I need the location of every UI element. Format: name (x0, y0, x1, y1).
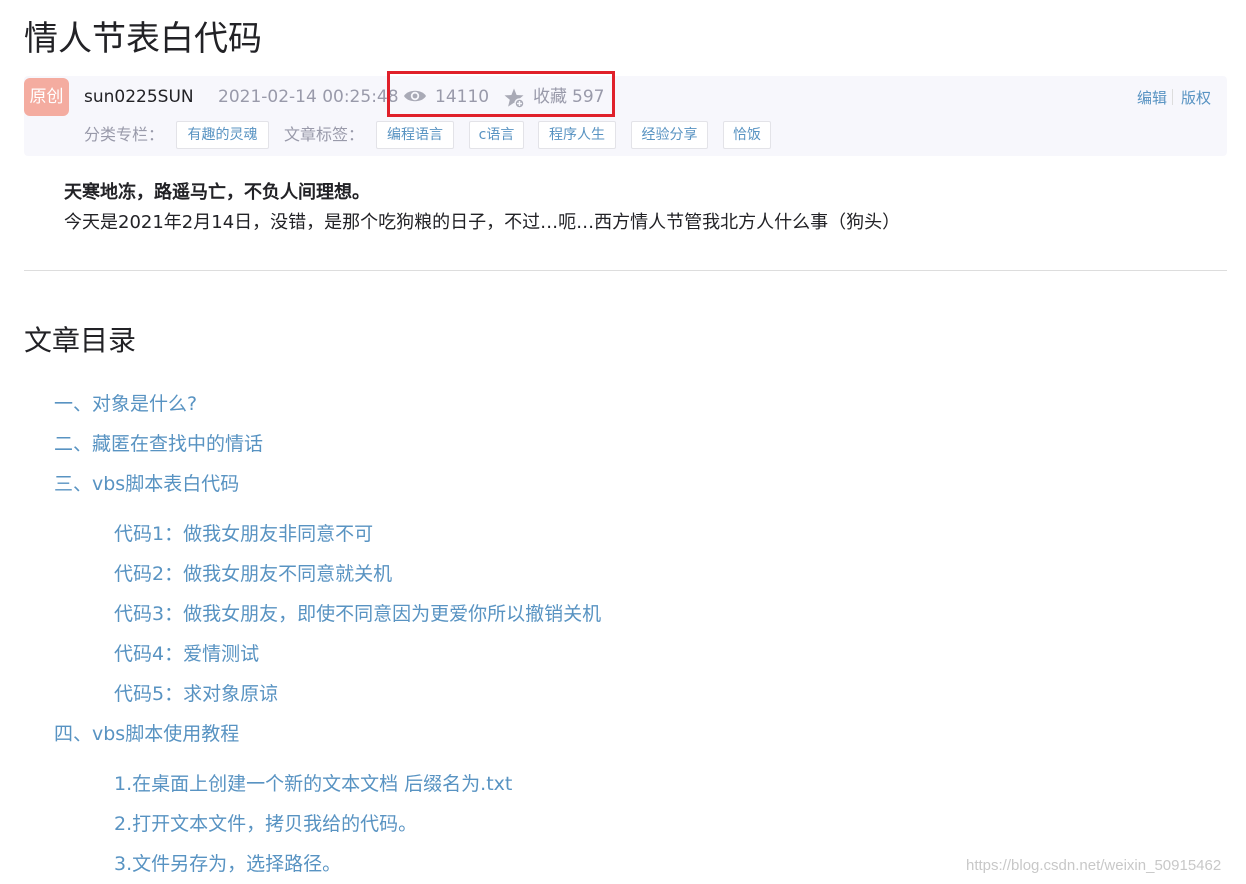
toc-subitem[interactable]: 代码1：做我女朋友非同意不可 (114, 521, 373, 547)
tag-item[interactable]: c语言 (469, 121, 524, 149)
category-label: 分类专栏： (84, 125, 165, 144)
article-title: 情人节表白代码 (24, 19, 262, 59)
toc-subitem[interactable]: 代码2：做我女朋友不同意就关机 (114, 561, 392, 587)
lead-text: 今天是2021年2月14日，没错，是那个吃狗粮的日子，不过…呃…西方情人节管我北… (64, 212, 901, 233)
tags-label: 文章标签： (284, 125, 365, 144)
toc-subitem[interactable]: 1.在桌面上创建一个新的文本文档 后缀名为.txt (114, 771, 512, 797)
collect-count: 597 (572, 87, 605, 107)
tag-item[interactable]: 程序人生 (538, 121, 616, 149)
view-count: 14110 (435, 87, 490, 107)
copyright-link[interactable]: 版权 (1181, 88, 1211, 108)
toc-subitem[interactable]: 代码3：做我女朋友，即使不同意因为更爱你所以撤销关机 (114, 601, 601, 627)
tag-item[interactable]: 经验分享 (631, 121, 708, 149)
star-icon[interactable] (503, 87, 525, 109)
toc-title: 文章目录 (24, 324, 137, 357)
toc-item[interactable]: 一、对象是什么? (54, 391, 197, 417)
toc-item[interactable]: 二、藏匿在查找中的情话 (54, 431, 263, 457)
toc-item[interactable]: 四、vbs脚本使用教程 (54, 721, 239, 747)
toc-subitem[interactable]: 代码5：求对象原谅 (114, 681, 278, 707)
edit-link[interactable]: 编辑 (1137, 88, 1167, 108)
lead-bold-text: 天寒地冻，路遥马亡，不负人间理想。 (64, 182, 370, 203)
toc-subitem[interactable]: 代码4：爱情测试 (114, 641, 259, 667)
collect-label[interactable]: 收藏 (533, 86, 567, 108)
toc-subitem[interactable]: 3.文件另存为，选择路径。 (114, 851, 341, 877)
tag-item[interactable]: 恰饭 (723, 121, 771, 149)
author-link[interactable]: sun0225SUN (84, 86, 194, 108)
category-tag[interactable]: 有趣的灵魂 (176, 121, 269, 149)
watermark: https://blog.csdn.net/weixin_50915462 (966, 857, 1222, 874)
eye-icon (404, 90, 426, 102)
tag-item[interactable]: 编程语言 (376, 121, 454, 149)
publish-date: 2021-02-14 00:25:48 (218, 87, 399, 107)
original-badge: 原创 (24, 78, 69, 116)
toc-subitem[interactable]: 2.打开文本文件，拷贝我给的代码。 (114, 811, 417, 837)
link-separator (1172, 89, 1173, 105)
toc-item[interactable]: 三、vbs脚本表白代码 (54, 471, 239, 497)
content-divider (24, 270, 1227, 271)
